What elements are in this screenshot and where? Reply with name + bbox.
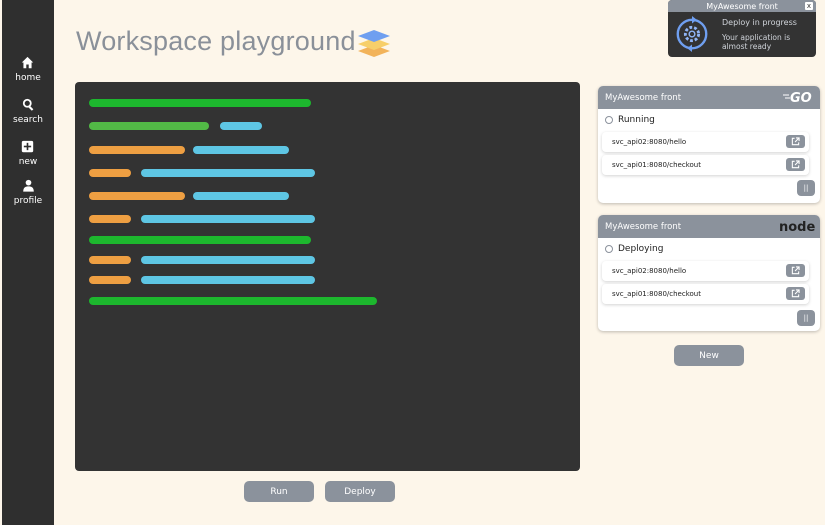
external-link-icon <box>791 137 800 146</box>
deploy-toast: MyAwesome front x Deploy in progress You… <box>668 0 816 57</box>
code-token <box>89 122 209 130</box>
user-icon <box>22 179 34 192</box>
nav-search-label: search <box>13 115 43 125</box>
endpoint-label: svc_api02:8080/hello <box>612 138 687 146</box>
service-card-header: MyAwesome front node <box>598 215 820 238</box>
code-token <box>89 276 131 284</box>
service-card-title: MyAwesome front <box>605 92 682 103</box>
code-token <box>89 215 131 223</box>
open-endpoint-button[interactable] <box>786 264 805 277</box>
code-token <box>141 215 315 223</box>
sync-gear-icon <box>676 15 708 53</box>
code-token <box>193 192 289 200</box>
service-card-header: MyAwesome front GO <box>598 86 820 109</box>
stacked-layers-icon <box>358 30 390 57</box>
code-token <box>220 122 262 130</box>
new-service-button[interactable]: New <box>674 345 744 366</box>
nav-home-label: home <box>15 73 41 83</box>
nav-new-label: new <box>18 157 38 167</box>
open-endpoint-button[interactable] <box>786 287 805 300</box>
pause-button[interactable]: || <box>797 180 815 196</box>
code-token <box>89 256 131 264</box>
nav-profile[interactable]: profile <box>14 179 42 206</box>
service-card-title: MyAwesome front <box>605 221 682 232</box>
external-link-icon <box>791 160 800 169</box>
search-icon <box>22 98 33 111</box>
code-token <box>89 192 185 200</box>
endpoint-label: svc_api01:8080/checkout <box>612 290 701 298</box>
code-editor[interactable] <box>75 82 580 471</box>
code-token <box>89 169 131 177</box>
toast-title: MyAwesome front <box>706 1 778 11</box>
run-button[interactable]: Run <box>244 481 314 502</box>
sidebar: home search new profile <box>2 0 54 525</box>
endpoint-row: svc_api02:8080/hello <box>602 132 809 152</box>
nav-search[interactable]: search <box>13 98 43 125</box>
plus-square-icon <box>22 140 34 153</box>
page-title: Workspace playground <box>76 26 356 56</box>
nav-home[interactable]: home <box>15 56 41 83</box>
go-logo-icon: GO <box>783 91 812 105</box>
toast-heading: Deploy in progress <box>722 18 797 27</box>
code-token <box>89 146 185 154</box>
code-token <box>89 236 311 244</box>
service-card-node: MyAwesome front node Deploying svc_api02… <box>598 215 820 331</box>
service-status: Deploying <box>598 238 820 254</box>
nav-new[interactable]: new <box>18 140 38 167</box>
code-token <box>193 146 289 154</box>
node-logo-icon: node <box>779 220 815 234</box>
service-card-go: MyAwesome front GO Running svc_api02:808… <box>598 86 820 203</box>
service-status-label: Running <box>618 115 655 125</box>
code-token <box>141 256 315 264</box>
open-endpoint-button[interactable] <box>786 158 805 171</box>
service-status-label: Deploying <box>618 244 664 254</box>
external-link-icon <box>791 266 800 275</box>
service-status: Running <box>598 109 820 125</box>
endpoint-row: svc_api02:8080/hello <box>602 261 809 281</box>
endpoint-row: svc_api01:8080/checkout <box>602 284 809 304</box>
endpoint-label: svc_api01:8080/checkout <box>612 161 701 169</box>
go-logo-text: GO <box>790 91 812 105</box>
home-icon <box>22 56 34 69</box>
endpoint-row: svc_api01:8080/checkout <box>602 155 809 175</box>
external-link-icon <box>791 289 800 298</box>
node-logo-text: node <box>779 220 815 234</box>
endpoint-label: svc_api02:8080/hello <box>612 267 687 275</box>
code-token <box>141 169 315 177</box>
deploy-button[interactable]: Deploy <box>325 481 395 502</box>
code-token <box>141 276 315 284</box>
status-indicator-icon <box>605 245 613 253</box>
toast-header: MyAwesome front x <box>668 0 816 12</box>
pause-button[interactable]: || <box>797 310 815 326</box>
code-token <box>89 99 311 107</box>
close-icon[interactable]: x <box>805 2 813 10</box>
nav-profile-label: profile <box>13 196 43 206</box>
code-token <box>89 297 377 305</box>
status-indicator-icon <box>605 116 613 124</box>
toast-message: Your application is almost ready <box>722 33 791 51</box>
open-endpoint-button[interactable] <box>786 135 805 148</box>
